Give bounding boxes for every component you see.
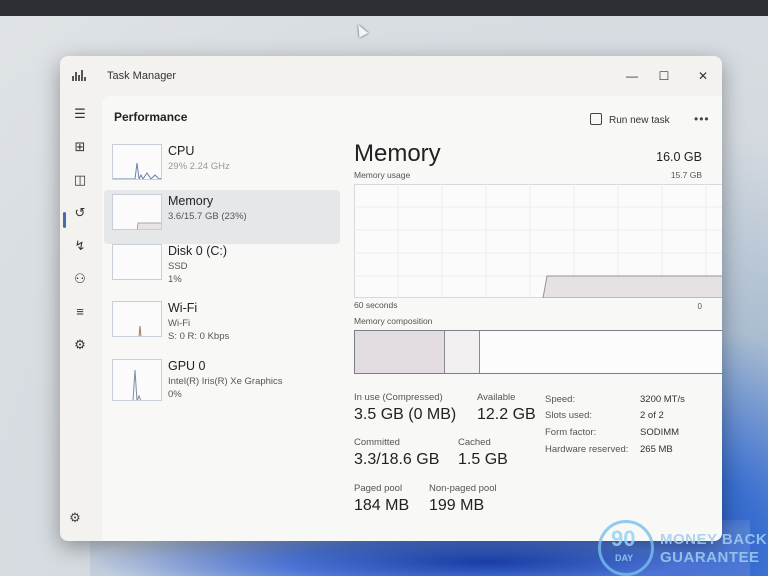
- graph-zero-label: 0: [697, 302, 702, 311]
- settings-gear-icon[interactable]: ⚙: [65, 508, 85, 528]
- resource-detail: Wi-Fi: [168, 318, 191, 329]
- performance-icon[interactable]: ◫: [70, 170, 90, 190]
- speed-label: Speed:: [545, 394, 576, 405]
- disk-thumbnail-graph: [112, 244, 162, 280]
- memory-usage-label: Memory usage: [354, 170, 411, 180]
- screen-bezel: [0, 0, 768, 16]
- badge-number: 90: [611, 526, 636, 551]
- non-paged-pool-label: Non-paged pool: [429, 483, 497, 494]
- run-task-icon[interactable]: [590, 113, 602, 125]
- hardware-reserved-label: Hardware reserved:: [545, 444, 629, 455]
- non-paged-pool-value: 199 MB: [429, 497, 485, 514]
- processes-icon[interactable]: ⊞: [70, 137, 90, 157]
- more-options-button[interactable]: •••: [694, 112, 710, 126]
- memory-usage-area: [542, 275, 722, 298]
- hamburger-menu-icon[interactable]: ☰: [70, 104, 90, 124]
- resource-detail: 3.6/15.7 GB (23%): [168, 211, 247, 222]
- maximize-button[interactable]: ☐: [652, 66, 676, 86]
- title-bar[interactable]: Task Manager — ☐ ✕: [60, 56, 722, 96]
- services-icon[interactable]: ⚙: [70, 335, 90, 355]
- hardware-reserved-value: 265 MB: [640, 444, 673, 455]
- slots-used-value: 2 of 2: [640, 410, 664, 421]
- slots-used-label: Slots used:: [545, 410, 592, 421]
- resource-detail-2: 1%: [168, 274, 182, 285]
- resource-name: GPU 0: [168, 359, 206, 373]
- cached-value: 1.5 GB: [458, 451, 508, 468]
- cpu-thumbnail-graph: [112, 144, 162, 180]
- main-content: Performance Run new task ••• CPU 29% 2.2…: [102, 96, 722, 541]
- resource-item-gpu[interactable]: GPU 0 Intel(R) Iris(R) Xe Graphics 0%: [104, 355, 340, 409]
- resource-name: Wi-Fi: [168, 301, 198, 315]
- memory-usage-graph: [354, 184, 722, 298]
- navigation-rail: ☰ ⊞ ◫ ↺ ↯ ⚇ ≡ ⚙ ⚙: [60, 96, 102, 541]
- run-new-task-button[interactable]: Run new task: [609, 115, 670, 126]
- task-manager-app-icon: [72, 69, 88, 81]
- speed-value: 3200 MT/s: [640, 394, 685, 405]
- details-icon[interactable]: ≡: [70, 302, 90, 322]
- in-use-label: In use (Compressed): [354, 392, 443, 403]
- paged-pool-value: 184 MB: [354, 497, 410, 514]
- form-factor-label: Form factor:: [545, 427, 597, 438]
- committed-value: 3.3/18.6 GB: [354, 451, 440, 468]
- resource-name: Disk 0 (C:): [168, 244, 228, 258]
- resource-name: CPU: [168, 144, 195, 158]
- resource-item-memory[interactable]: Memory 3.6/15.7 GB (23%): [104, 190, 340, 244]
- badge-day: DAY: [615, 553, 634, 563]
- users-icon[interactable]: ⚇: [70, 269, 90, 289]
- memory-usage-max: 15.7 GB: [670, 170, 702, 180]
- resource-detail: SSD: [168, 261, 188, 272]
- page-title: Performance: [114, 110, 188, 124]
- memory-title: Memory: [354, 140, 441, 167]
- window-title: Task Manager: [107, 70, 177, 82]
- cached-label: Cached: [458, 437, 491, 448]
- memory-composition-bar: [354, 330, 722, 374]
- minimize-button[interactable]: —: [620, 66, 644, 86]
- active-nav-indicator: [63, 212, 66, 228]
- resource-item-disk[interactable]: Disk 0 (C:) SSD 1%: [104, 240, 340, 294]
- gpu-thumbnail-graph: [112, 359, 162, 401]
- resource-detail: 29% 2.24 GHz: [168, 161, 230, 172]
- watermark-line-2: GUARANTEE: [660, 549, 760, 566]
- composition-modified: [445, 331, 481, 373]
- resource-detail-2: S: 0 R: 0 Kbps: [168, 331, 230, 342]
- available-label: Available: [477, 392, 516, 403]
- in-use-value: 3.5 GB (0 MB): [354, 406, 457, 423]
- resource-item-wifi[interactable]: Wi-Fi Wi-Fi S: 0 R: 0 Kbps: [104, 297, 340, 351]
- resource-detail: Intel(R) Iris(R) Xe Graphics: [168, 376, 283, 387]
- task-manager-window: Task Manager — ☐ ✕ ☰ ⊞ ◫ ↺ ↯ ⚇ ≡ ⚙ ⚙ Per…: [60, 56, 722, 541]
- watermark-line-1: MONEY BACK: [660, 531, 768, 548]
- wifi-thumbnail-graph: [112, 301, 162, 337]
- app-history-icon[interactable]: ↺: [70, 203, 90, 223]
- resource-name: Memory: [168, 194, 214, 208]
- startup-apps-icon[interactable]: ↯: [70, 236, 90, 256]
- committed-label: Committed: [354, 437, 400, 448]
- resource-detail-2: 0%: [168, 389, 182, 400]
- form-factor-value: SODIMM: [640, 427, 680, 438]
- resource-item-cpu[interactable]: CPU 29% 2.24 GHz: [104, 140, 340, 194]
- available-value: 12.2 GB: [477, 406, 536, 423]
- resource-list: CPU 29% 2.24 GHz Memory 3.6/15.7 GB (23%…: [102, 140, 342, 540]
- composition-in-use: [355, 331, 446, 373]
- memory-thumbnail-graph: [112, 194, 162, 230]
- paged-pool-label: Paged pool: [354, 483, 403, 494]
- close-button[interactable]: ✕: [691, 66, 715, 86]
- time-span-label: 60 seconds: [354, 300, 398, 310]
- memory-composition-label: Memory composition: [354, 316, 433, 326]
- memory-total: 16.0 GB: [656, 150, 702, 164]
- memory-detail-panel: Memory 16.0 GB Memory usage 15.7 GB 60 s…: [348, 140, 722, 540]
